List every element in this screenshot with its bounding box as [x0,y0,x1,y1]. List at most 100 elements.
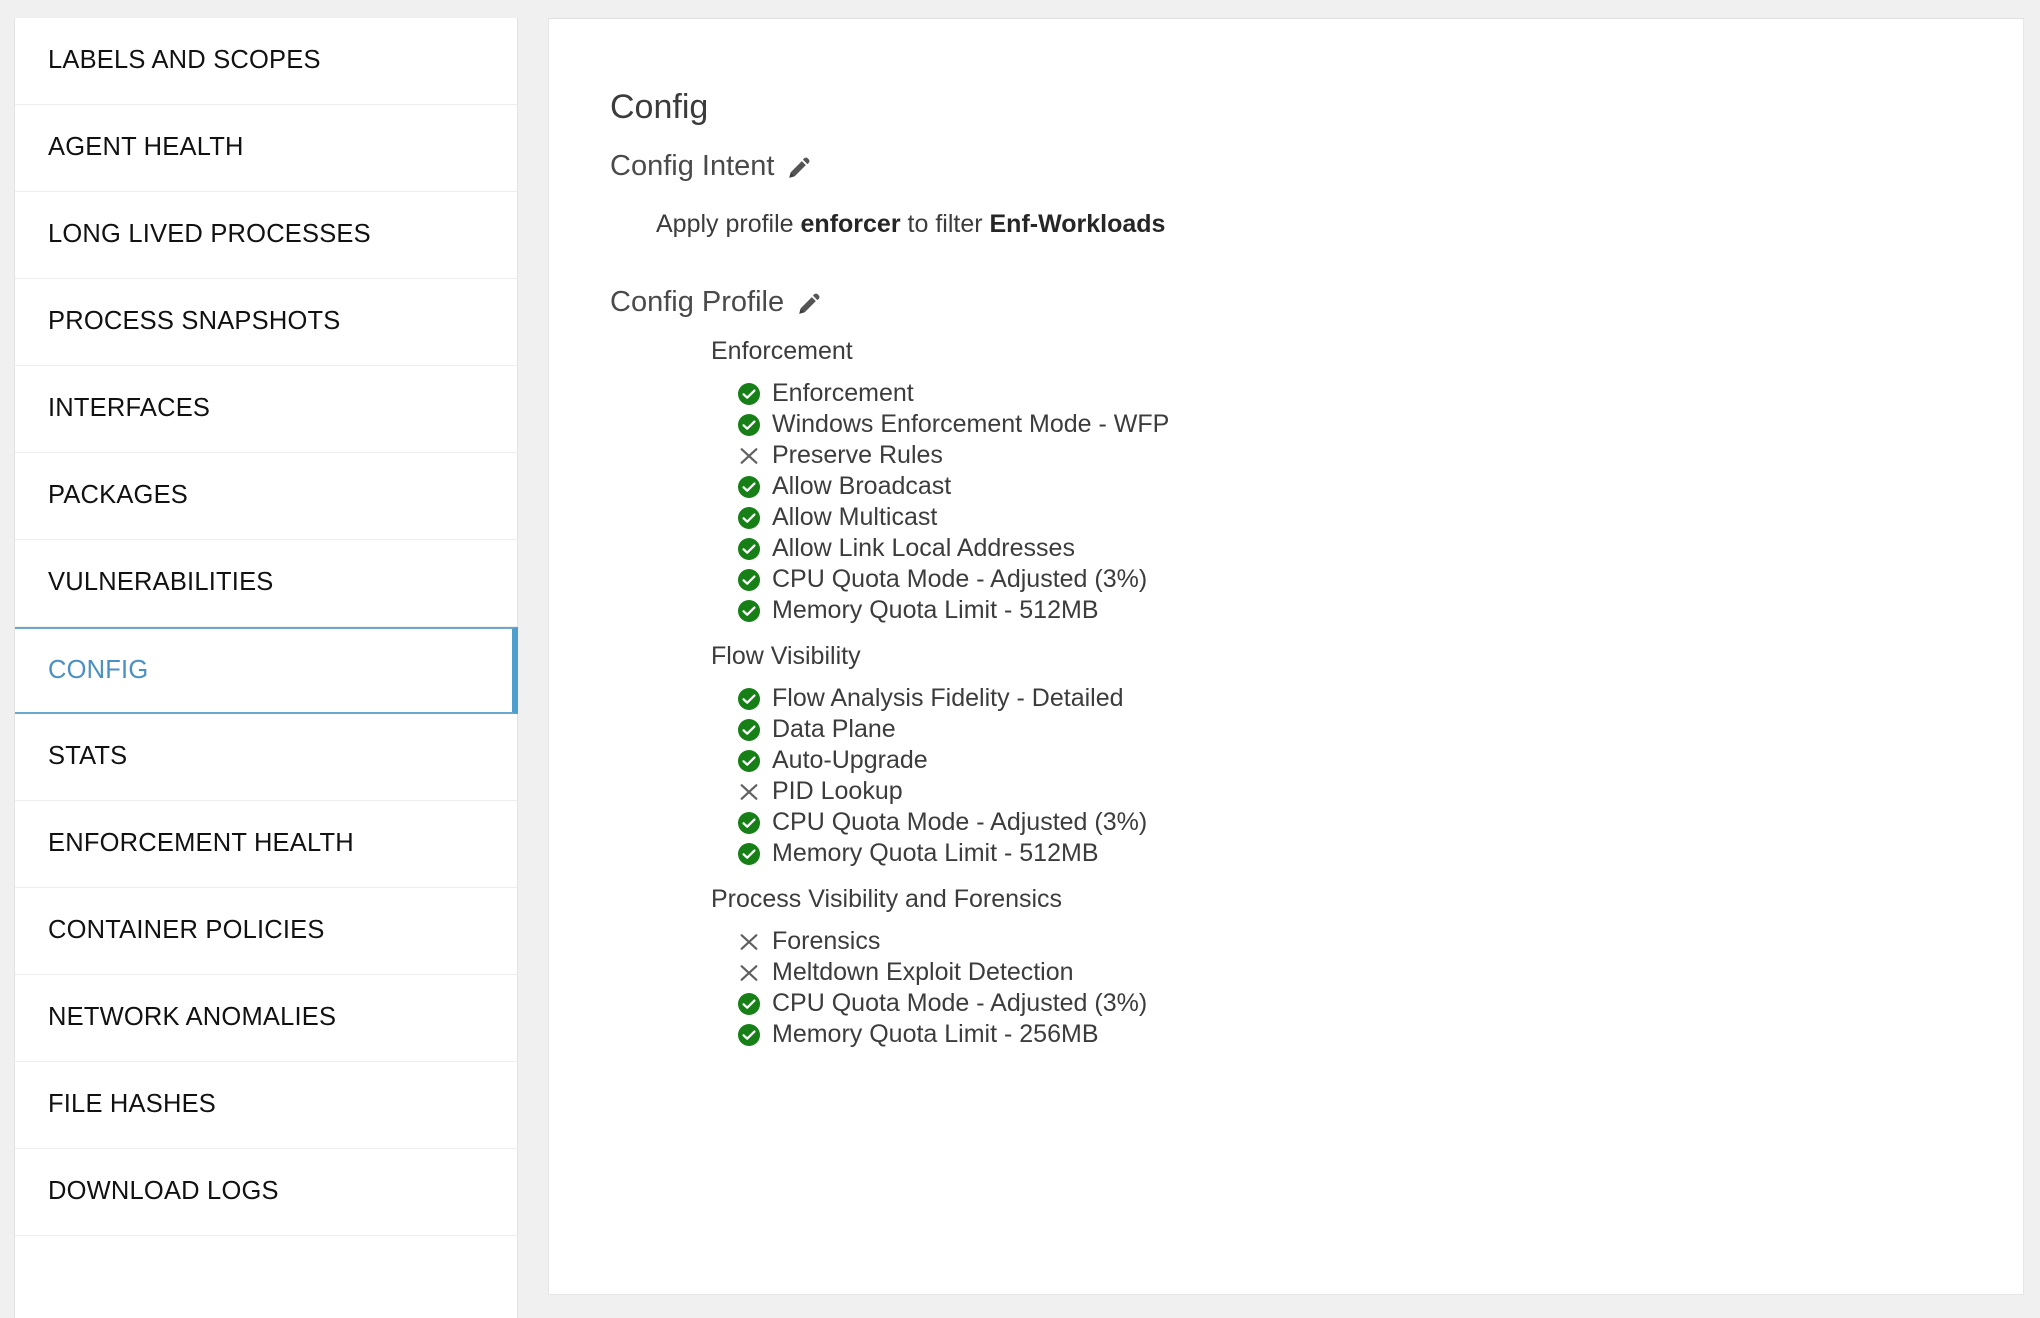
config-feature-label: Auto-Upgrade [772,746,928,774]
sidebar-item-file-hashes[interactable]: FILE HASHES [15,1062,517,1149]
check-circle-icon [736,991,762,1017]
sidebar-item-download-logs[interactable]: DOWNLOAD LOGS [15,1149,517,1236]
config-feature-label: Allow Link Local Addresses [772,534,1075,562]
page-title: Config [610,87,709,126]
config-feature-row: CPU Quota Mode - Adjusted (3%) [610,807,2010,838]
config-feature-label: CPU Quota Mode - Adjusted (3%) [772,808,1148,836]
sidebar-item-process-snapshots[interactable]: PROCESS SNAPSHOTS [15,279,517,366]
config-feature-label: Data Plane [772,715,896,743]
config-feature-row: PID Lookup [610,776,2010,807]
config-feature-label: Meltdown Exploit Detection [772,958,1074,986]
config-feature-label: Enforcement [772,379,914,407]
config-feature-label: PID Lookup [772,777,903,805]
check-circle-icon [736,567,762,593]
config-feature-label: Allow Broadcast [772,472,952,500]
config-feature-row: Flow Analysis Fidelity - Detailed [610,683,2010,714]
config-page: LABELS AND SCOPES AGENT HEALTH LONG LIVED … [0,0,2040,1318]
sidebar-item-label: STATS [48,742,128,771]
sidebar-item-container-policies[interactable]: CONTAINER POLICIES [15,888,517,975]
config-profile-group: Process Visibility and Forensics Forensic… [610,887,2010,1050]
check-circle-icon [736,810,762,836]
config-feature-label: Memory Quota Limit - 512MB [772,839,1099,867]
config-feature-row: Preserve Rules [610,440,2010,471]
cross-icon [736,960,762,986]
config-profile-heading: Config Profile [610,286,785,318]
sidebar-item-label: INTERFACES [48,394,211,423]
sidebar-item-config[interactable]: CONFIG [15,627,518,714]
sidebar-item-long-lived-processes[interactable]: LONG LIVED PROCESSES [15,192,517,279]
config-profile-group-title: Enforcement [711,337,853,365]
cross-icon [736,779,762,805]
config-intent-heading: Config Intent [610,150,775,182]
config-feature-row: Enforcement [610,378,2010,409]
config-feature-row: Meltdown Exploit Detection [610,957,2010,988]
pencil-icon[interactable] [796,290,822,316]
config-feature-label: Memory Quota Limit - 256MB [772,1020,1099,1048]
config-feature-row: Data Plane [610,714,2010,745]
config-feature-row: Allow Link Local Addresses [610,533,2010,564]
config-feature-row: CPU Quota Mode - Adjusted (3%) [610,988,2010,1019]
config-feature-row: CPU Quota Mode - Adjusted (3%) [610,564,2010,595]
check-circle-icon [736,717,762,743]
intent-filter-name: Enf-Workloads [989,210,1166,238]
config-profile-groups: Enforcement Enforcement Windows Enforcemen… [610,339,2010,1050]
sidebar-item-interfaces[interactable]: INTERFACES [15,366,517,453]
sidebar-item-network-anomalies[interactable]: NETWORK ANOMALIES [15,975,517,1062]
pencil-icon[interactable] [786,154,812,180]
sidebar-item-label: FILE HASHES [48,1090,216,1119]
sidebar-item-label: CONTAINER POLICIES [48,916,325,945]
config-feature-label: Preserve Rules [772,441,943,469]
sidebar-item-blank-row [15,1236,517,1318]
config-feature-row: Windows Enforcement Mode - WFP [610,409,2010,440]
sidebar-item-label: LABELS AND SCOPES [48,46,321,75]
config-content-panel: Config Config Intent Apply profile enfor… [548,18,2024,1295]
sidebar-item-label: VULNERABILITIES [48,568,274,597]
config-profile-section: Config Profile Enforcement Enforcement Win… [610,288,2010,1050]
sidebar-item-packages[interactable]: PACKAGES [15,453,517,540]
config-feature-label: Forensics [772,927,881,955]
sidebar-item-agent-health[interactable]: AGENT HEALTH [15,105,517,192]
config-feature-label: CPU Quota Mode - Adjusted (3%) [772,565,1148,593]
intent-prefix: Apply profile [656,210,801,238]
sidebar-item-label: CONFIG [48,655,149,684]
config-profile-group: Flow Visibility Flow Analysis Fidelity - … [610,644,2010,869]
config-profile-group-title: Flow Visibility [711,642,861,670]
sidebar-item-label: NETWORK ANOMALIES [48,1003,337,1032]
sidebar-item-label: PACKAGES [48,481,189,510]
config-feature-row: Allow Broadcast [610,471,2010,502]
config-intent-header: Config Intent [610,152,1910,181]
config-feature-label: Flow Analysis Fidelity - Detailed [772,684,1124,712]
check-circle-icon [736,748,762,774]
sidebar-item-stats[interactable]: STATS [15,714,517,801]
sidebar-item-label: AGENT HEALTH [48,133,244,162]
sidebar-item-labels-and-scopes[interactable]: LABELS AND SCOPES [15,18,517,105]
check-circle-icon [736,1022,762,1048]
check-circle-icon [736,412,762,438]
intent-profile-name: enforcer [800,210,901,238]
config-feature-row: Memory Quota Limit - 256MB [610,1019,2010,1050]
config-profile-group-title: Process Visibility and Forensics [711,885,1063,913]
config-intent-statement: Apply profile enforcer to filter Enf-Wor… [656,209,1910,239]
sidebar-item-label: PROCESS SNAPSHOTS [48,307,341,336]
sidebar-item-label: ENFORCEMENT HEALTH [48,829,354,858]
check-circle-icon [736,381,762,407]
config-feature-row: Memory Quota Limit - 512MB [610,838,2010,869]
check-circle-icon [736,474,762,500]
sidebar-item-enforcement-health[interactable]: ENFORCEMENT HEALTH [15,801,517,888]
sidebar-item-label: DOWNLOAD LOGS [48,1177,279,1206]
check-circle-icon [736,686,762,712]
intent-middle: to filter [900,210,990,238]
sidebar-item-label: LONG LIVED PROCESSES [48,220,371,249]
config-feature-label: CPU Quota Mode - Adjusted (3%) [772,989,1148,1017]
sidebar-item-vulnerabilities[interactable]: VULNERABILITIES [15,540,517,627]
config-profile-header: Config Profile [610,288,2010,317]
config-intent-section: Config Intent Apply profile enforcer to … [610,152,1910,239]
config-feature-label: Allow Multicast [772,503,938,531]
check-circle-icon [736,841,762,867]
config-feature-row: Auto-Upgrade [610,745,2010,776]
cross-icon [736,443,762,469]
config-feature-row: Forensics [610,926,2010,957]
config-feature-label: Windows Enforcement Mode - WFP [772,410,1170,438]
config-feature-row: Memory Quota Limit - 512MB [610,595,2010,626]
check-circle-icon [736,598,762,624]
